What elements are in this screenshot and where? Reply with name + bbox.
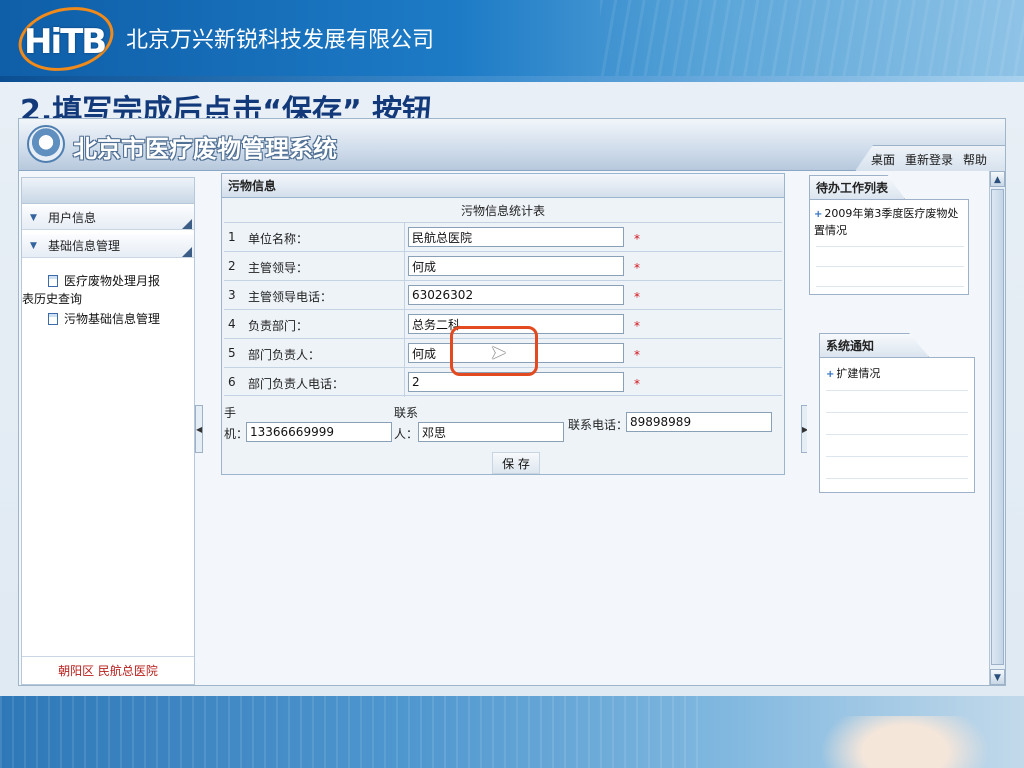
required-mark: * [634,319,640,333]
contact-person-label-top: 联系 [394,406,419,420]
mobile-input[interactable] [246,422,392,442]
row-number: 2 [228,259,236,273]
scroll-down-arrow-icon[interactable]: ▼ [990,669,1005,685]
required-mark: * [634,377,640,391]
field-label: 部门负责人电话： [248,377,345,391]
field-label: 主管领导： [248,261,309,275]
row-number: 5 [228,346,236,360]
todo-item-label: 2009年第3季度医疗废物处置情况 [814,207,959,237]
mobile-label-top: 手 [224,406,237,420]
save-button[interactable]: 保 存 [492,452,540,474]
notice-item[interactable]: + 扩建情况 [826,366,880,383]
help-link[interactable]: 帮助 [963,151,987,168]
required-mark: * [634,261,640,275]
contact-phone-input[interactable] [626,412,772,432]
waste-info-form: 污物信息 污物信息统计表 1 单位名称： * 2 主管领导： * 3 主管领导电… [221,173,785,475]
sidebar-item-label-continuation[interactable]: 表历史查询 [22,290,82,308]
sidebar-header [22,178,194,204]
document-icon [48,313,58,325]
collapse-left-handle[interactable]: ◀ [195,405,203,453]
form-row: 1 单位名称： * [224,222,782,252]
leader-phone-input[interactable] [408,285,624,305]
field-label: 部门负责人： [248,348,321,362]
chevron-down-icon: ▼ [30,213,37,223]
notice-item-label: 扩建情况 [836,367,881,380]
form-caption: 污物信息统计表 [460,204,545,218]
top-links: 桌面 重新登录 帮助 [871,151,987,168]
system-notice-card: + 扩建情况 [819,357,975,493]
corner-icon [182,219,192,229]
form-row: 2 主管领导： * [224,251,782,281]
row-number: 6 [228,375,236,389]
bullet-icon: + [814,209,823,220]
contact-person-input[interactable] [418,422,564,442]
document-icon [48,275,58,287]
chevron-down-icon: ▼ [30,241,37,251]
slide-divider [0,76,1024,82]
required-mark: * [634,232,640,246]
company-logo: HiTB [24,22,107,62]
todo-list-card: +2009年第3季度医疗废物处置情况 [809,199,969,295]
form-row: 3 主管领导电话： * [224,280,782,310]
corner-icon [182,247,192,257]
bullet-icon: + [826,369,835,380]
field-label: 主管领导电话： [248,290,333,304]
mouse-cursor-icon: ➤ [490,340,507,364]
row-number: 3 [228,288,236,302]
sidebar-item-monthly-report-history[interactable]: 医疗废物处理月报 [48,272,160,290]
emblem-icon [27,125,65,163]
sidebar-item-label: 污物基础信息管理 [64,312,161,326]
vertical-scrollbar[interactable]: ▲ ▼ [989,171,1005,685]
leader-input[interactable] [408,256,624,276]
field-label: 单位名称： [248,232,309,246]
todo-item[interactable]: +2009年第3季度医疗废物处置情况 [814,206,968,239]
sidebar-group-label: 基础信息管理 [48,239,121,253]
sidebar-group-label: 用户信息 [48,211,97,225]
system-notice-title: 系统通知 [819,333,929,357]
contact-person-label: 人： [394,427,419,441]
relogin-link[interactable]: 重新登录 [905,151,953,168]
company-name: 北京万兴新锐科技发展有限公司 [126,28,435,53]
scroll-up-arrow-icon[interactable]: ▲ [990,171,1005,187]
desktop-link[interactable]: 桌面 [871,151,895,168]
required-mark: * [634,290,640,304]
todo-list-title: 待办工作列表 [809,175,905,199]
form-title: 污物信息 [222,174,784,198]
sidebar-group-basic-info[interactable]: ▼ 基础信息管理 [22,234,194,258]
unit-name-input[interactable] [408,227,624,247]
sidebar-item-waste-basic-info[interactable]: 污物基础信息管理 [48,310,160,328]
scroll-thumb[interactable] [991,189,1004,665]
sidebar-group-user-info[interactable]: ▼ 用户信息 [22,206,194,230]
required-mark: * [634,348,640,362]
app-window: 北京市医疗废物管理系统 桌面 重新登录 帮助 ▼ 用户信息 ▼ 基础信息管理 医… [18,118,1006,686]
right-panel: 待办工作列表 +2009年第3季度医疗废物处置情况 系统通知 + 扩建情况 [807,171,989,685]
row-number: 1 [228,230,236,244]
mobile-label: 机： [224,427,249,441]
contact-phone-label: 联系电话： [568,418,629,432]
sidebar-item-label: 医疗废物处理月报 [64,274,161,288]
app-header: 北京市医疗废物管理系统 桌面 重新登录 帮助 [19,119,1005,171]
slide-footer-band [0,696,1024,768]
field-label: 负责部门： [248,319,309,333]
sidebar-footer: 朝阳区 民航总医院 [22,656,194,684]
app-title: 北京市医疗废物管理系统 [73,135,337,163]
left-sidebar: ▼ 用户信息 ▼ 基础信息管理 医疗废物处理月报 表历史查询 污物基础信息管理 … [21,177,195,685]
row-number: 4 [228,317,236,331]
